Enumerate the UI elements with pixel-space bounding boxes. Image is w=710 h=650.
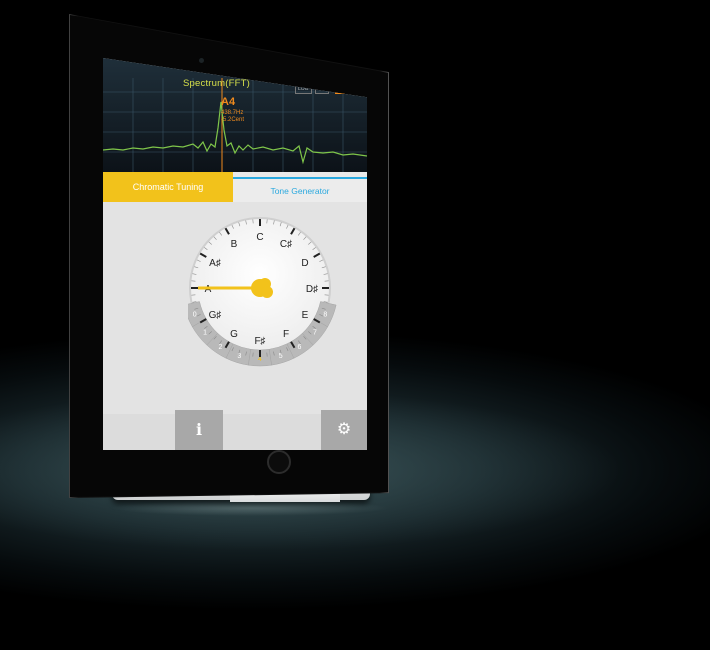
settings-gear-icon[interactable]: ⚙ [321, 410, 367, 450]
tab-chromatic-tuning[interactable]: Chromatic Tuning [103, 172, 233, 202]
octave-label-1: 1 [203, 330, 207, 337]
octave-label-0: 0 [193, 311, 197, 318]
octave-label-5: 5 [279, 353, 283, 360]
dial-note-c: C [256, 232, 263, 243]
octave-label-6: 6 [298, 344, 302, 351]
dock-reflection [110, 500, 390, 516]
tablet-screen: Spectrum(FFT) LOG LIN RT A4 438.7Hz -5.2… [103, 58, 367, 450]
dial-note-f: F [283, 329, 289, 340]
dial-note-d: D [301, 258, 308, 269]
dial-note-c-sharp: C♯ [280, 239, 292, 250]
octave-label-7: 7 [313, 330, 317, 337]
dial-note-g-sharp: G♯ [209, 310, 222, 321]
dial-note-b: B [231, 239, 238, 250]
octave-label-8: 8 [323, 311, 327, 318]
spectrum-title: Spectrum(FFT) [183, 78, 250, 89]
tuner-dial: 012345678 CC♯DD♯EFF♯GG♯AA♯B [188, 217, 337, 367]
octave-label-4: 4 [258, 356, 262, 363]
frequency-readout: 438.7Hz -5.2Cent [221, 110, 244, 124]
camera-icon [199, 58, 204, 63]
cents-value: -5.2Cent [221, 117, 245, 123]
home-button[interactable] [267, 450, 291, 474]
dial-note-d-sharp: D♯ [306, 284, 318, 295]
octave-label-3: 3 [237, 353, 241, 360]
frequency-value: 438.7Hz [221, 110, 244, 116]
detected-note: A4 [221, 96, 236, 108]
dial-note-g: G [230, 329, 238, 340]
dial-note-f-sharp: F♯ [254, 336, 265, 347]
dial-note-e: E [302, 310, 309, 321]
tab-tone-generator[interactable]: Tone Generator [233, 177, 367, 203]
info-button[interactable]: i [175, 410, 223, 450]
octave-label-2: 2 [219, 344, 223, 351]
dial-note-a-sharp: A♯ [209, 258, 221, 269]
